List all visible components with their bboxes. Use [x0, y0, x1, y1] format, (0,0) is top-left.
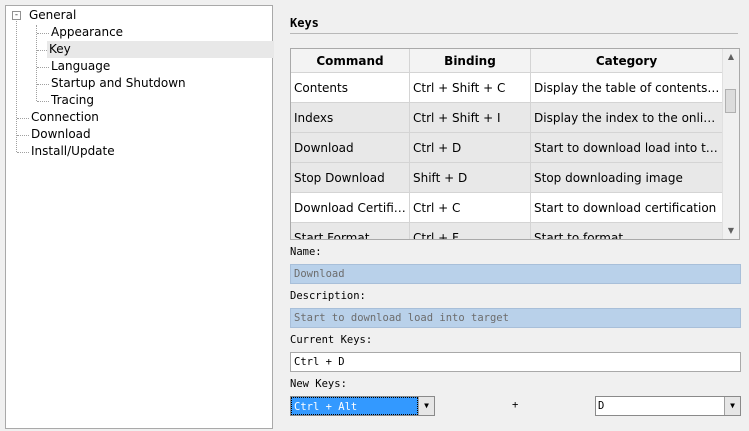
tree-item-label: Language — [51, 59, 111, 73]
modifier-select[interactable]: Ctrl + Alt ▼ — [290, 396, 435, 416]
table-row[interactable]: Stop Download Shift + D Stop downloading… — [291, 163, 723, 193]
current-keys-field[interactable]: Ctrl + D — [290, 352, 741, 372]
tree-line — [37, 33, 49, 34]
tree-line — [17, 152, 29, 153]
current-keys-label: Current Keys: — [290, 334, 373, 346]
tree-item-download[interactable]: Download — [29, 126, 93, 143]
cell-command: Download Certification — [291, 193, 410, 223]
table-row[interactable]: Indexs Ctrl + Shift + I Display the inde… — [291, 103, 723, 133]
tree-item-install-update[interactable]: Install/Update — [29, 143, 117, 160]
chevron-down-icon[interactable]: ▼ — [418, 397, 434, 415]
tree-line — [37, 84, 49, 85]
cell-category: Start to format — [531, 223, 723, 239]
column-header-binding[interactable]: Binding — [410, 49, 531, 73]
vertical-scrollbar[interactable]: ▲ ▼ — [722, 49, 739, 239]
cell-category: Stop downloading image — [531, 163, 723, 193]
cell-binding: Ctrl + Shift + C — [410, 73, 531, 103]
description-field[interactable]: Start to download load into target — [290, 308, 741, 328]
cell-binding: Ctrl + F — [410, 223, 531, 239]
tree-item-label: Key — [49, 42, 71, 56]
tree-item-label: Tracing — [51, 93, 95, 107]
cell-command: Contents — [291, 73, 410, 103]
collapse-icon[interactable]: - — [12, 11, 21, 20]
tree-item-tracing[interactable]: Tracing — [49, 92, 96, 109]
tree-item-label: General — [29, 8, 77, 22]
tree-item-general[interactable]: - General — [6, 7, 266, 24]
name-label: Name: — [290, 246, 322, 258]
cell-binding: Ctrl + Shift + I — [410, 103, 531, 133]
cell-category: Start to download certification — [531, 193, 723, 223]
tree-line — [17, 118, 29, 119]
tree-item-language[interactable]: Language — [49, 58, 112, 75]
tree-line — [37, 67, 49, 68]
cell-command: Stop Download — [291, 163, 410, 193]
tree-item-label: Startup and Shutdown — [51, 76, 186, 90]
cell-binding: Ctrl + D — [410, 133, 531, 163]
column-header-category[interactable]: Category — [531, 49, 723, 73]
tree-item-label: Connection — [31, 110, 99, 124]
section-divider — [290, 33, 738, 34]
tree-line — [37, 101, 49, 102]
tree-line — [36, 25, 37, 101]
table-row[interactable]: Contents Ctrl + Shift + C Display the ta… — [291, 73, 723, 103]
new-keys-label: New Keys: — [290, 378, 347, 390]
cell-binding: Ctrl + C — [410, 193, 531, 223]
tree-line — [16, 19, 17, 152]
column-header-command[interactable]: Command — [291, 49, 410, 73]
table-row[interactable]: Download Certification Ctrl + C Start to… — [291, 193, 723, 223]
cell-command: Indexs — [291, 103, 410, 133]
grid-header: Command Binding Category — [291, 49, 723, 73]
table-row[interactable]: Download Ctrl + D Start to download load… — [291, 133, 723, 163]
table-row[interactable]: Start Format Ctrl + F Start to format — [291, 223, 723, 239]
tree-item-label: Appearance — [51, 25, 124, 39]
chevron-down-icon[interactable]: ▼ — [724, 397, 740, 415]
tree-item-appearance[interactable]: Appearance — [49, 24, 125, 41]
tree-item-startup-shutdown[interactable]: Startup and Shutdown — [49, 75, 188, 92]
scroll-up-arrow-icon[interactable]: ▲ — [723, 49, 739, 65]
name-field[interactable]: Download — [290, 264, 741, 284]
tree-item-label: Install/Update — [31, 144, 115, 158]
settings-tree: - General Appearance Key Language Startu… — [5, 5, 274, 429]
scroll-thumb[interactable] — [725, 89, 736, 113]
tree-item-connection[interactable]: Connection — [29, 109, 101, 126]
cell-category: Start to download load into target — [531, 133, 723, 163]
tree-item-key[interactable]: Key — [47, 41, 274, 58]
modifier-selected-value: Ctrl + Alt — [291, 397, 418, 415]
plus-separator: + — [512, 399, 519, 411]
scroll-down-arrow-icon[interactable]: ▼ — [723, 223, 739, 239]
tree-line — [17, 135, 29, 136]
tree-item-label: Download — [31, 127, 91, 141]
cell-category: Display the index to the online help — [531, 103, 723, 133]
section-title: Keys — [290, 16, 319, 30]
key-selected-value: D — [598, 400, 605, 412]
cell-binding: Shift + D — [410, 163, 531, 193]
cell-command: Download — [291, 133, 410, 163]
keys-grid: Command Binding Category Contents Ctrl +… — [290, 48, 740, 240]
cell-category: Display the table of contents for help — [531, 73, 723, 103]
key-select[interactable]: D ▼ — [595, 396, 741, 416]
description-label: Description: — [290, 290, 366, 302]
cell-command: Start Format — [291, 223, 410, 239]
